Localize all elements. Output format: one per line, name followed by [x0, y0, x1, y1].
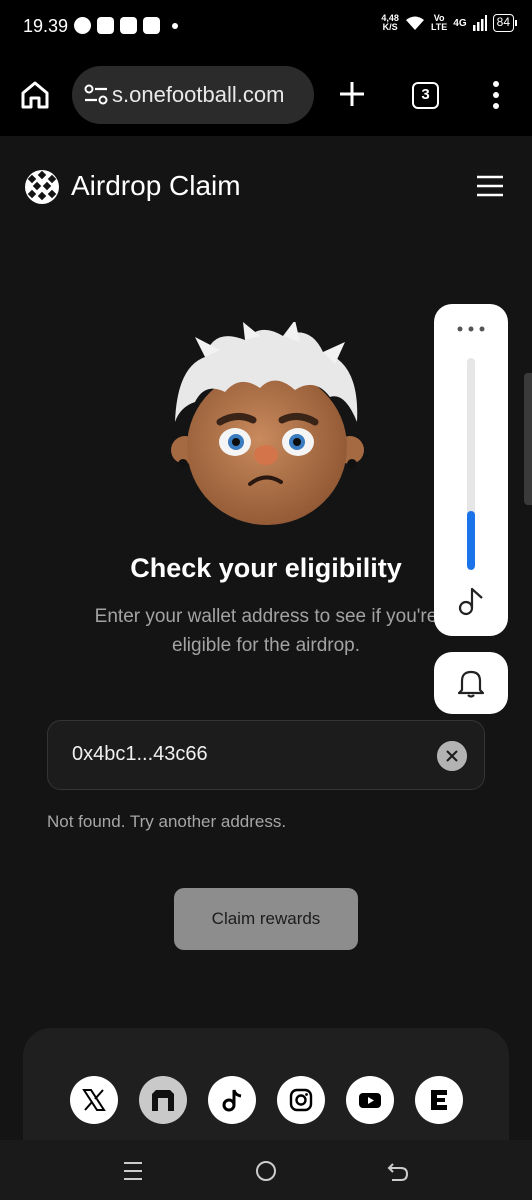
x-icon [82, 1089, 106, 1111]
system-navigation-bar [0, 1140, 532, 1200]
home-nav-icon[interactable] [254, 1159, 278, 1183]
address-bar[interactable]: s.onefootball.com [72, 66, 314, 124]
bell-icon[interactable] [458, 668, 484, 698]
e-logo-icon [431, 1090, 447, 1110]
clear-input-icon[interactable] [437, 741, 467, 771]
volume-slider-fill [467, 510, 475, 570]
youtube-link[interactable] [346, 1076, 394, 1124]
status-right: 4,48 K/S Vo LTE 4G 84 [381, 14, 518, 32]
battery-indicator: 84 [492, 14, 518, 32]
hamburger-menu-icon[interactable] [476, 174, 504, 198]
url-text: s.onefootball.com [112, 82, 285, 107]
gate-link[interactable] [139, 1076, 187, 1124]
volume-options-icon[interactable] [456, 326, 486, 332]
app-notification-icon [97, 17, 114, 34]
tab-switcher-button[interactable]: 3 [412, 82, 439, 109]
wallet-address-field[interactable]: 0x4bc1...43c66 [47, 720, 485, 790]
volte-indicator: Vo LTE [431, 14, 447, 32]
gate-icon [152, 1090, 174, 1111]
youtube-icon [359, 1093, 381, 1108]
site-header: Airdrop Claim [0, 136, 532, 236]
more-notifications-dot [172, 22, 178, 29]
volume-panel [434, 304, 508, 636]
social-links [70, 1076, 463, 1124]
notification-icons [74, 17, 178, 34]
more-menu-icon[interactable] [488, 80, 504, 110]
signal-icon [472, 15, 487, 31]
instagram-icon [289, 1088, 313, 1112]
address-not-found-message: Not found. Try another address. [47, 812, 287, 831]
network-type: 4G [453, 17, 467, 29]
x-link[interactable] [70, 1076, 118, 1124]
music-note-icon[interactable] [456, 586, 486, 616]
network-speed: 4,48 K/S [381, 14, 399, 32]
onefootball-logo-icon[interactable] [24, 169, 60, 205]
claim-rewards-button[interactable]: Claim rewards [174, 888, 358, 950]
new-tab-icon[interactable] [338, 80, 366, 108]
facebook-icon [74, 17, 91, 34]
volume-slider[interactable] [467, 358, 475, 570]
edge-panel-handle[interactable] [524, 373, 532, 505]
network-speed-unit: K/S [382, 22, 398, 32]
notification-volume-panel[interactable] [434, 652, 508, 714]
site-settings-icon[interactable] [84, 84, 108, 106]
wallet-address-value[interactable]: 0x4bc1...43c66 [72, 743, 208, 766]
browser-toolbar: s.onefootball.com 3 [0, 54, 532, 136]
shopping-bag-icon [143, 17, 160, 34]
youtube-notification-icon [120, 17, 137, 34]
sad-character-avatar [171, 322, 364, 525]
status-time: 19.39 [23, 16, 69, 36]
tiktok-link[interactable] [208, 1076, 256, 1124]
tiktok-icon [222, 1089, 242, 1112]
home-icon[interactable] [20, 80, 50, 110]
instagram-link[interactable] [277, 1076, 325, 1124]
wifi-icon [405, 16, 424, 30]
back-icon[interactable] [386, 1159, 410, 1183]
site-title: Airdrop Claim [71, 170, 241, 201]
recent-apps-icon[interactable] [121, 1159, 145, 1183]
eligibility-description: Enter your wallet address to see if you'… [94, 606, 438, 656]
e-logo-link[interactable] [415, 1076, 463, 1124]
volte-bottom: LTE [430, 22, 448, 32]
status-bar: 19.39 4,48 K/S Vo LTE 4G 84 [0, 0, 532, 54]
